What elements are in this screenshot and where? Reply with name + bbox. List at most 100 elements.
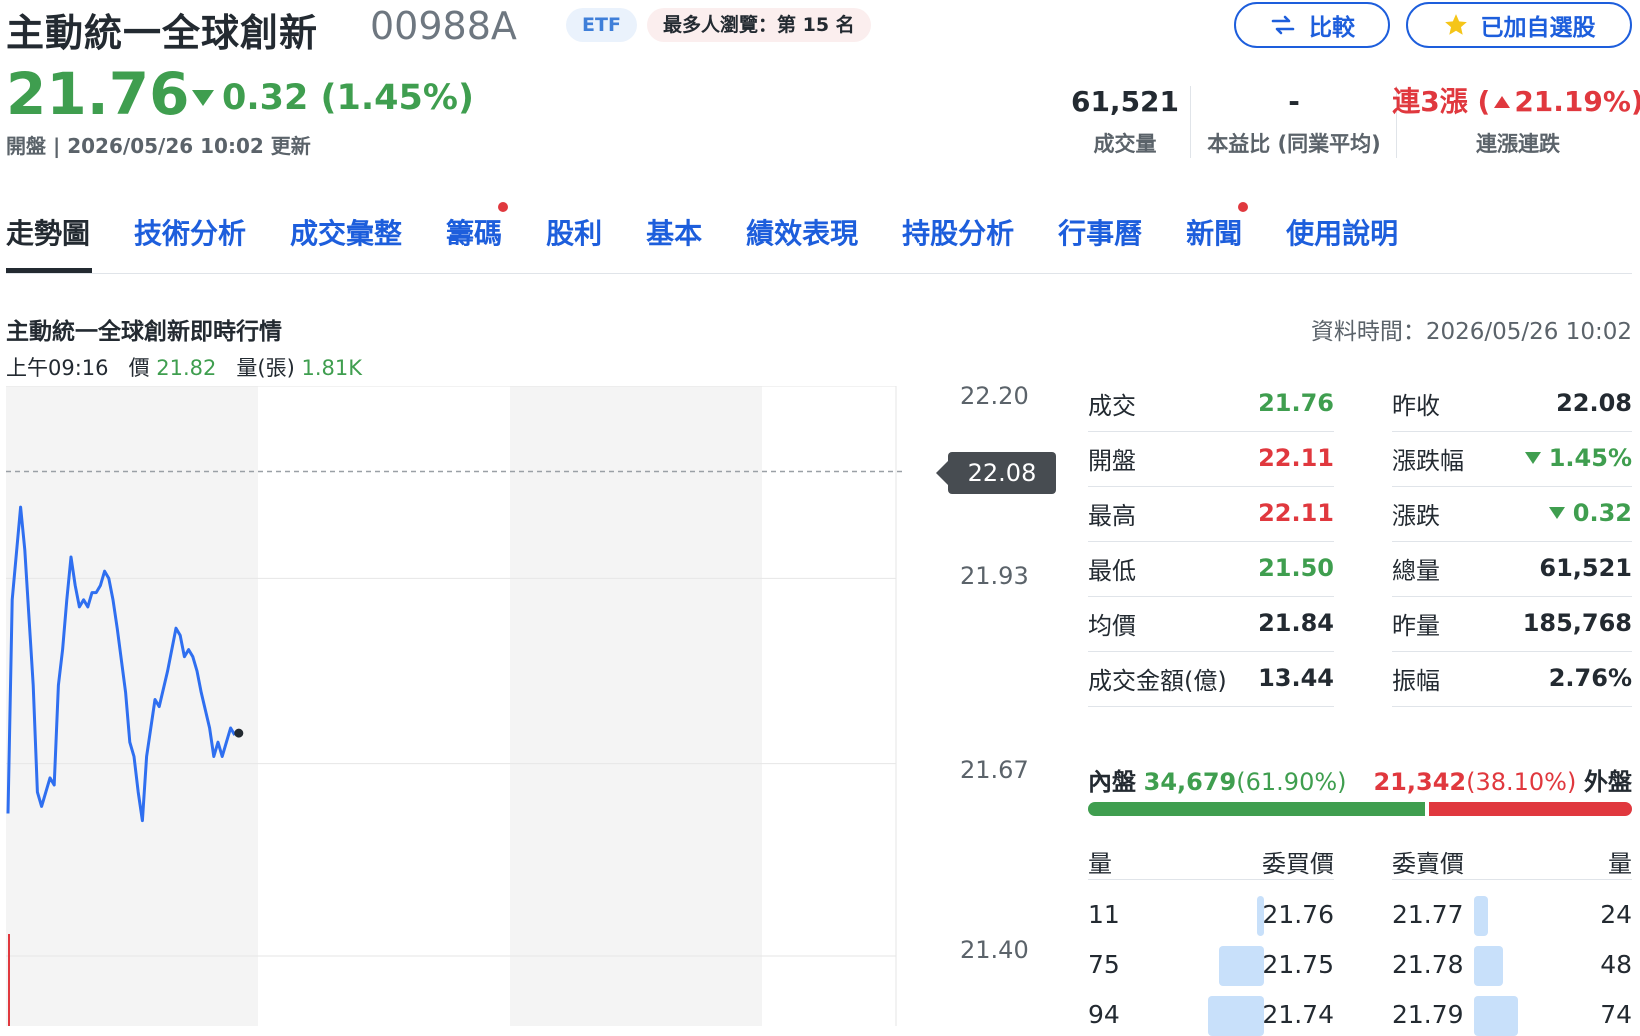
quote-value-text: 185,768: [1522, 609, 1632, 637]
quote-row: 最高 22.11: [1088, 485, 1334, 542]
notification-dot: [1238, 202, 1249, 212]
outer-pct: (38.10%): [1466, 768, 1577, 796]
watchlist-label: 已加自選股: [1480, 15, 1596, 41]
ob-bid-price: 21.75: [1262, 950, 1334, 979]
ob-ask-vol: 24: [1600, 900, 1632, 929]
hover-price-label: 價: [128, 356, 150, 380]
inner-pct: (61.90%): [1236, 768, 1347, 796]
ob-bid-vol-header: 量: [1088, 850, 1112, 878]
outer-bar: [1428, 802, 1632, 816]
reference-price-tag: 22.08: [936, 452, 1056, 494]
volume-bar: [8, 934, 10, 1026]
up-arrow-icon: [1494, 96, 1511, 108]
hover-vol: 1.81K: [301, 356, 363, 380]
quote-value-text: 21.76: [1258, 389, 1334, 417]
inner-label: 內盤: [1088, 768, 1136, 796]
outer-label: 外盤: [1584, 768, 1632, 796]
quote-label: 均價: [1088, 611, 1136, 640]
pe-value: -: [1288, 85, 1300, 118]
inner-value: 34,679: [1143, 768, 1237, 796]
last-point-dot: [234, 728, 244, 738]
ob-bid-price: 21.76: [1262, 900, 1334, 929]
quote-row: 總量 61,521: [1392, 540, 1632, 597]
price-change-value: 0.32 (1.45%): [222, 78, 474, 118]
hover-info: 上午09:16 價 21.82 量(張) 1.81K: [6, 352, 362, 382]
ob-ask-vol: 74: [1600, 1000, 1632, 1029]
quote-row: 漲跌 0.32: [1392, 485, 1632, 542]
quote-label: 總量: [1392, 556, 1440, 585]
ob-bid-price-header: 委買價: [1262, 850, 1334, 878]
quote-value-text: 22.08: [1556, 389, 1632, 417]
outer-group: 21,342(38.10%) 外盤: [1373, 762, 1632, 797]
tab-help[interactable]: 使用說明: [1286, 212, 1398, 252]
quote-value: 185,768: [1523, 609, 1632, 637]
inner-outer-bar: [1088, 802, 1632, 816]
streak-value: 連3漲 ( 21.19%): [1392, 82, 1640, 122]
quote-label: 昨量: [1392, 611, 1440, 640]
tab-dividend[interactable]: 股利: [546, 212, 602, 252]
section-title: 主動統一全球創新即時行情: [6, 319, 282, 345]
tab-holdings[interactable]: 持股分析: [902, 212, 1014, 252]
data-time: 資料時間：2026/05/26 10:02: [1310, 319, 1632, 345]
ob-bid-vol: 94: [1088, 1000, 1120, 1029]
tab-chips[interactable]: 籌碼: [446, 202, 509, 252]
quote-value-text: 22.11: [1258, 499, 1334, 527]
stock-name: 主動統一全球創新: [6, 11, 319, 55]
notification-dot: [498, 202, 509, 212]
stat-divider: [1190, 86, 1191, 158]
quote-value-text: 61,521: [1539, 554, 1632, 582]
quote-row: 成交金額(億) 13.44: [1088, 650, 1334, 707]
ob-header-divider: [1088, 879, 1334, 880]
quote-value: 22.11: [1258, 499, 1334, 527]
quote-value-text: 21.84: [1258, 609, 1334, 637]
stat-volume: 61,521 成交量: [1070, 82, 1180, 158]
intraday-chart[interactable]: [6, 386, 946, 1026]
quote-value: 61,521: [1539, 554, 1632, 582]
compare-label: 比較: [1309, 15, 1355, 41]
y-tick-label: 21.93: [960, 562, 1029, 590]
volume-value: 61,521: [1070, 85, 1180, 118]
ob-bid-price: 21.74: [1262, 1000, 1334, 1029]
quote-label: 振幅: [1392, 666, 1440, 695]
ob-ask-price: 21.78: [1392, 950, 1464, 979]
quote-label: 漲跌幅: [1392, 446, 1464, 475]
etf-badge: ETF: [566, 8, 637, 42]
streak-pct: 21.19%): [1514, 85, 1640, 118]
tab-divider: [6, 273, 1632, 274]
tab-basic[interactable]: 基本: [646, 212, 702, 252]
quote-value-text: 21.50: [1258, 554, 1334, 582]
inner-bar: [1088, 802, 1425, 816]
rank-badge: 最多人瀏覽：第 15 名: [647, 8, 871, 42]
quote-label: 成交金額(億): [1088, 666, 1227, 695]
streak-prefix: 連3漲 (: [1392, 85, 1491, 118]
outer-value: 21,342: [1373, 768, 1467, 796]
quote-row: 成交 21.76: [1088, 375, 1334, 432]
hover-price: 21.82: [156, 356, 217, 380]
tab-trend[interactable]: 走勢圖: [6, 212, 90, 252]
quote-value: 1.45%: [1524, 444, 1632, 472]
ob-ask-vol-header: 量: [1608, 850, 1632, 878]
y-tick-label: 21.40: [960, 936, 1029, 964]
watchlist-button[interactable]: 已加自選股: [1406, 2, 1632, 48]
tab-calendar[interactable]: 行事曆: [1058, 212, 1142, 252]
ask-volume-bar: [1474, 996, 1519, 1036]
quote-label: 最高: [1088, 501, 1136, 530]
compare-button[interactable]: 比較: [1234, 2, 1390, 48]
tab-trades[interactable]: 成交彙整: [290, 212, 402, 252]
quote-value: 22.08: [1556, 389, 1632, 417]
quote-label: 開盤: [1088, 446, 1136, 475]
tab-chips-label: 籌碼: [446, 217, 503, 250]
quote-value-text: 22.11: [1258, 444, 1334, 472]
tab-news[interactable]: 新聞: [1186, 202, 1249, 252]
y-tick-label: 22.20: [960, 382, 1029, 410]
ob-header-divider: [1392, 879, 1632, 880]
streak-label: 連漲連跌: [1476, 132, 1560, 156]
quote-row: 漲跌幅 1.45%: [1392, 430, 1632, 487]
down-arrow-icon: [1524, 452, 1541, 464]
ask-volume-bar: [1474, 896, 1489, 936]
tab-technical[interactable]: 技術分析: [134, 212, 246, 252]
ob-ask-vol: 48: [1600, 950, 1632, 979]
quote-label: 漲跌: [1392, 501, 1440, 530]
tab-performance[interactable]: 績效表現: [746, 212, 858, 252]
price-change: 0.32 (1.45%): [192, 78, 474, 118]
